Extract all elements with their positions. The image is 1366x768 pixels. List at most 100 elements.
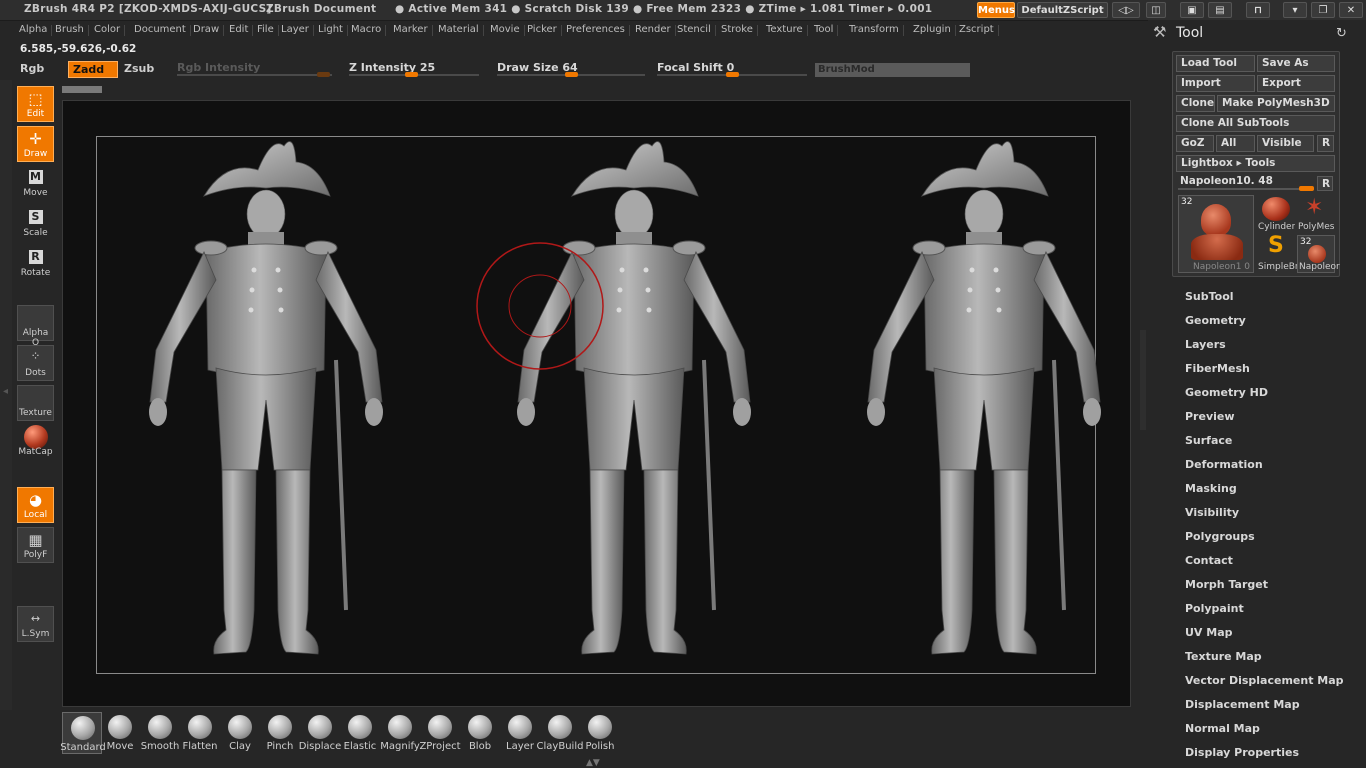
rgb-intensity-knob[interactable]	[317, 72, 330, 77]
section-contact[interactable]: Contact	[1185, 554, 1233, 567]
edit-button[interactable]: ⬚ Edit	[17, 86, 54, 122]
focal-shift-knob[interactable]	[726, 72, 739, 77]
current-tool-knob[interactable]	[1299, 186, 1314, 191]
menu-zscript[interactable]: Zscript	[959, 24, 999, 36]
goz-all-button[interactable]: All	[1216, 135, 1255, 152]
menu-stencil[interactable]: Stencil	[677, 24, 716, 36]
menu-texture[interactable]: Texture	[766, 24, 808, 36]
z-intensity-slider[interactable]: Z Intensity 25	[349, 61, 479, 79]
section-vector-displacement-map[interactable]: Vector Displacement Map	[1185, 674, 1344, 687]
section-displacement-map[interactable]: Displacement Map	[1185, 698, 1300, 711]
lsym-button[interactable]: ↔ L.Sym	[17, 606, 54, 642]
layout-right-icon[interactable]: ▤	[1208, 2, 1232, 18]
load-tool-button[interactable]: Load Tool	[1176, 55, 1255, 72]
section-fibermesh[interactable]: FiberMesh	[1185, 362, 1250, 375]
reset-icon[interactable]: ↻	[1336, 26, 1347, 41]
section-deformation[interactable]: Deformation	[1185, 458, 1263, 471]
matcap-button[interactable]: MatCap	[17, 425, 54, 461]
section-preview[interactable]: Preview	[1185, 410, 1235, 423]
menu-light[interactable]: Light	[318, 24, 348, 36]
export-button[interactable]: Export	[1257, 75, 1335, 92]
menu-draw[interactable]: Draw	[193, 24, 225, 36]
z-intensity-knob[interactable]	[405, 72, 418, 77]
focal-shift-slider[interactable]: Focal Shift 0	[657, 61, 807, 79]
menu-transform[interactable]: Transform	[849, 24, 904, 36]
section-polygroups[interactable]: Polygroups	[1185, 530, 1255, 543]
tool-thumbnail-simplebrush[interactable]: S SimpleBr	[1256, 233, 1299, 273]
menu-material[interactable]: Material	[438, 24, 484, 36]
tray-toggle-icon[interactable]: ◫	[1146, 2, 1166, 18]
section-masking[interactable]: Masking	[1185, 482, 1237, 495]
polyframe-button[interactable]: ▦ PolyF	[17, 527, 54, 563]
section-visibility[interactable]: Visibility	[1185, 506, 1239, 519]
scale-button[interactable]: S Scale	[17, 206, 54, 242]
rgb-button[interactable]: Rgb	[16, 61, 64, 78]
menu-tool[interactable]: Tool	[814, 24, 840, 36]
save-as-button[interactable]: Save As	[1257, 55, 1335, 72]
zadd-button[interactable]: Zadd	[68, 61, 118, 78]
clone-all-subtools-button[interactable]: Clone All SubTools	[1176, 115, 1335, 132]
tool-thumbnail-napoleon[interactable]: 32 Napoleon1 0	[1178, 195, 1254, 273]
clone-button[interactable]: Clone	[1176, 95, 1215, 112]
make-polymesh3d-button[interactable]: Make PolyMesh3D	[1217, 95, 1335, 112]
section-morph-target[interactable]: Morph Target	[1185, 578, 1268, 591]
section-layers[interactable]: Layers	[1185, 338, 1226, 351]
section-uv-map[interactable]: UV Map	[1185, 626, 1233, 639]
menu-stroke[interactable]: Stroke	[721, 24, 758, 36]
section-polypaint[interactable]: Polypaint	[1185, 602, 1244, 615]
minimize-icon[interactable]: ▾	[1283, 2, 1307, 18]
maximize-icon[interactable]: ❐	[1311, 2, 1335, 18]
layout-left-icon[interactable]: ▣	[1180, 2, 1204, 18]
section-surface[interactable]: Surface	[1185, 434, 1232, 447]
menu-preferences[interactable]: Preferences	[566, 24, 630, 36]
section-geometry-hd[interactable]: Geometry HD	[1185, 386, 1268, 399]
local-symmetry-button[interactable]: ◕ Local	[17, 487, 54, 523]
import-button[interactable]: Import	[1176, 75, 1255, 92]
draw-size-slider[interactable]: Draw Size 64	[497, 61, 645, 79]
stroke-dots-button[interactable]: ⁘ Dots	[17, 345, 54, 381]
draw-size-knob[interactable]	[565, 72, 578, 77]
menu-color[interactable]: Color	[94, 24, 126, 36]
tool-thumbnail-napoleon-small[interactable]: 32 Napoleor	[1297, 235, 1340, 273]
menu-picker[interactable]: Picker	[527, 24, 562, 36]
goz-visible-button[interactable]: Visible	[1257, 135, 1314, 152]
texture-button[interactable]: Texture	[17, 385, 54, 421]
section-geometry[interactable]: Geometry	[1185, 314, 1246, 327]
bottom-tray-arrow-icon[interactable]: ▲▼	[586, 758, 600, 768]
goz-r-button[interactable]: R	[1317, 135, 1334, 152]
draw-button[interactable]: ✛ Draw	[17, 126, 54, 162]
zsub-button[interactable]: Zsub	[120, 61, 168, 78]
menu-render[interactable]: Render	[635, 24, 676, 36]
brushmod-slider[interactable]: BrushMod	[815, 63, 970, 77]
rgb-intensity-slider[interactable]: Rgb Intensity	[177, 61, 332, 79]
menu-alpha[interactable]: Alpha	[19, 24, 53, 36]
section-display-properties[interactable]: Display Properties	[1185, 746, 1299, 759]
menu-movie[interactable]: Movie	[490, 24, 525, 36]
menu-edit[interactable]: Edit	[229, 24, 254, 36]
close-icon[interactable]: ✕	[1339, 2, 1363, 18]
menu-macro[interactable]: Macro	[351, 24, 387, 36]
alpha-button[interactable]: Alpha O	[17, 305, 54, 348]
menu-marker[interactable]: Marker	[393, 24, 433, 36]
menus-button[interactable]: Menus	[977, 2, 1015, 18]
goz-button[interactable]: GoZ	[1176, 135, 1214, 152]
viewport-figures[interactable]	[62, 100, 1131, 707]
tool-thumbnail-cylinder[interactable]: Cylinder	[1256, 195, 1296, 233]
menu-brush[interactable]: Brush	[55, 24, 89, 36]
current-tool-r-button[interactable]: R	[1317, 176, 1333, 191]
menu-file[interactable]: File	[257, 24, 279, 36]
lock-icon[interactable]: ⊓	[1246, 2, 1270, 18]
rotate-button[interactable]: R Rotate	[17, 246, 54, 282]
current-tool-slider[interactable]	[1178, 188, 1314, 190]
default-zscript-button[interactable]: DefaultZScript	[1017, 2, 1108, 18]
section-texture-map[interactable]: Texture Map	[1185, 650, 1262, 663]
move-button[interactable]: M Move	[17, 166, 54, 202]
menu-layer[interactable]: Layer	[281, 24, 314, 36]
right-tray-scrollbar[interactable]	[1140, 330, 1146, 430]
left-tray-arrow-icon[interactable]: ◂	[3, 386, 8, 397]
ui-layout-icon[interactable]: ◁▷	[1112, 2, 1140, 18]
lightbox-tools-button[interactable]: Lightbox ▸ Tools	[1176, 155, 1335, 172]
menu-document[interactable]: Document	[134, 24, 191, 36]
menu-zplugin[interactable]: Zplugin	[913, 24, 956, 36]
section-normal-map[interactable]: Normal Map	[1185, 722, 1260, 735]
